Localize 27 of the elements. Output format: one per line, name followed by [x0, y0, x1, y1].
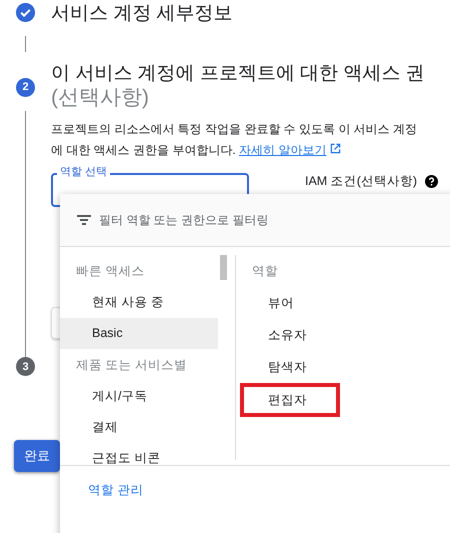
section-header: 제품 또는 서비스별: [75, 357, 188, 374]
step-title: 이 서비스 계정에 프로젝트에 대한 액세스 권: [51, 63, 425, 85]
section-header: 빠른 액세스: [75, 263, 146, 280]
description-text: 에 대한 액세스 권한을 부여합니다.: [51, 143, 236, 157]
category-item[interactable]: 게시/구독: [60, 381, 218, 412]
help-icon[interactable]: [425, 175, 438, 188]
role-select-field[interactable]: 역할 선택: [51, 165, 249, 207]
scrollbar-thumb[interactable]: [220, 255, 227, 280]
category-item[interactable]: Basic: [60, 318, 218, 349]
role-item[interactable]: 편집자: [242, 385, 338, 415]
learn-more-link[interactable]: 자세히 알아보기: [239, 143, 326, 157]
step-subtitle: (선택사항): [51, 85, 150, 111]
external-link-icon: [330, 143, 341, 154]
category-item[interactable]: 결제: [60, 412, 218, 443]
step-title: 서비스 계정 세부정보: [51, 3, 233, 25]
description-text: 프로젝트의 리소스에서 특정 작업을 완료할 수 있도록 이 서비스 계정: [51, 121, 418, 138]
section-header: 역할: [251, 263, 279, 280]
step-number: 3: [16, 357, 35, 376]
done-button[interactable]: 완료: [14, 440, 60, 472]
role-item[interactable]: 소유자: [236, 319, 334, 351]
step-number: 2: [16, 78, 35, 96]
role-item[interactable]: 탐색자: [236, 351, 334, 383]
role-item[interactable]: 뷰어: [236, 287, 334, 319]
check-circle-icon: [16, 3, 35, 22]
filter-icon: [77, 215, 91, 225]
category-item[interactable]: 현재 사용 중: [60, 287, 218, 318]
iam-condition-label: IAM 조건(선택사항): [305, 173, 418, 190]
